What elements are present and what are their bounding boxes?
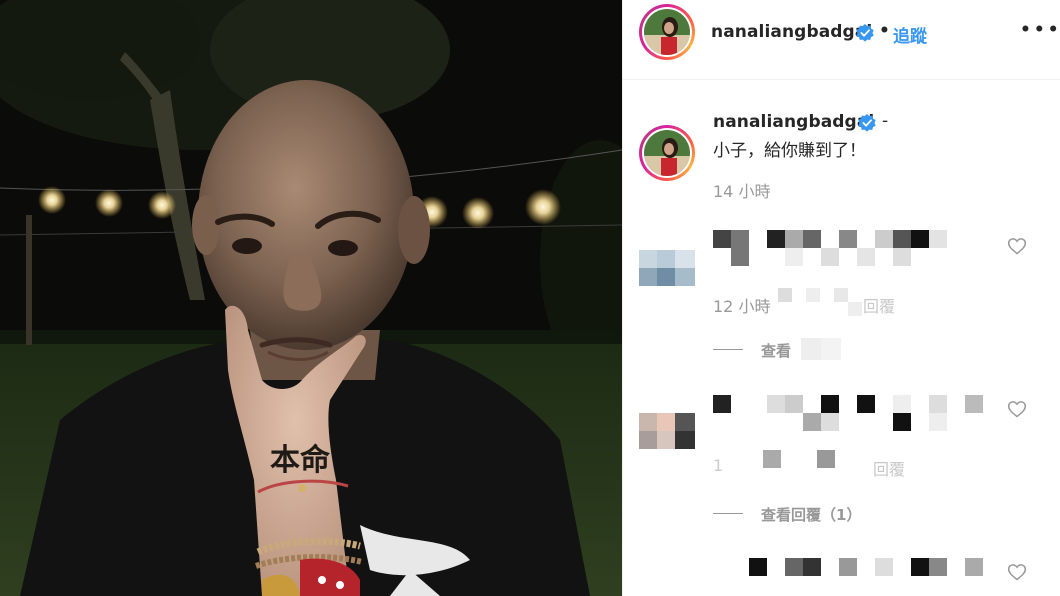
caption-verified-badge-icon bbox=[858, 114, 876, 132]
verified-badge-icon bbox=[856, 24, 874, 42]
caption-suffix: - bbox=[882, 111, 889, 131]
instagram-post-view: 本命 nanaliangbadgal • 追蹤 ••• nanaliangbad… bbox=[0, 0, 1060, 596]
comment-2-avatar-pixelated[interactable] bbox=[639, 413, 695, 449]
tattoo-text: 本命 bbox=[270, 443, 331, 478]
follow-button[interactable]: 追蹤 bbox=[893, 22, 927, 47]
comment-1-avatar-pixelated[interactable] bbox=[639, 250, 695, 286]
comment-2-timestamp[interactable]: 1 bbox=[713, 456, 723, 475]
comment-2-replies-line bbox=[713, 513, 743, 514]
comment-2-reply-button[interactable]: 回覆 bbox=[873, 456, 905, 480]
comment-1-timestamp[interactable]: 12 小時 bbox=[713, 293, 770, 317]
comment-1-heart-icon[interactable] bbox=[1007, 236, 1027, 256]
photo-illustration: 本命 bbox=[0, 0, 622, 596]
post-photo[interactable]: 本命 bbox=[0, 0, 622, 596]
header-separator: • bbox=[879, 21, 890, 41]
avatar-image bbox=[644, 9, 690, 55]
more-options-icon[interactable]: ••• bbox=[1020, 20, 1060, 40]
author-username[interactable]: nanaliangbadgal bbox=[711, 22, 872, 42]
comment-3-heart-icon[interactable] bbox=[1007, 562, 1027, 582]
comment-2-view-replies[interactable]: 查看回覆（1） bbox=[761, 504, 861, 525]
comment-1-text-pixelated bbox=[713, 230, 973, 270]
comment-3-text-pixelated bbox=[713, 558, 1013, 580]
comment-1-replies-line bbox=[713, 349, 743, 350]
post-side-panel: nanaliangbadgal • 追蹤 ••• nanaliangbadgal… bbox=[622, 0, 1060, 596]
author-avatar[interactable] bbox=[639, 4, 695, 60]
caption-avatar-image bbox=[644, 130, 690, 176]
post-header: nanaliangbadgal • 追蹤 ••• bbox=[623, 0, 1060, 80]
comment-1-view-replies[interactable]: 查看 bbox=[761, 340, 791, 361]
comment-1-replies-count-pixelated bbox=[801, 338, 861, 360]
comment-1-reply-button[interactable]: 回覆 bbox=[863, 293, 895, 317]
caption-text: 小子，給你賺到了！ bbox=[713, 141, 866, 161]
comment-2-meta-pixelated bbox=[763, 450, 873, 470]
caption-username[interactable]: nanaliangbadgal bbox=[713, 112, 874, 132]
caption-avatar[interactable] bbox=[639, 125, 695, 181]
comment-2-text-pixelated bbox=[713, 395, 1003, 435]
comment-2-heart-icon[interactable] bbox=[1007, 399, 1027, 419]
caption-timestamp[interactable]: 14 小時 bbox=[713, 178, 770, 202]
